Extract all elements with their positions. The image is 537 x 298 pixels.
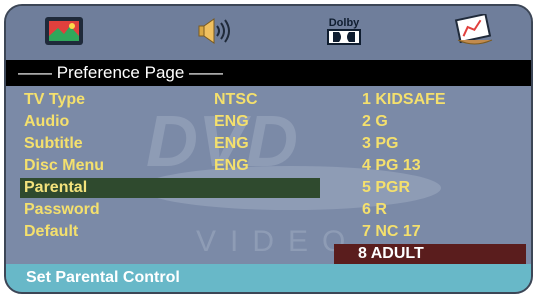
page-title: —— Preference Page ——: [6, 60, 531, 86]
preference-chart-icon[interactable]: [452, 13, 496, 49]
menu-item-tv-type[interactable]: TV Type: [24, 90, 324, 110]
menu-item-disc-menu[interactable]: Disc Menu: [24, 156, 324, 176]
option-item[interactable]: 4 PG 13: [362, 156, 421, 176]
dvd-preference-panel: Dolby —— Preference Page —— DVD VIDEO TV…: [4, 4, 533, 294]
option-item[interactable]: 7 NC 17: [362, 222, 421, 242]
dolby-label: Dolby: [328, 17, 360, 29]
menu-item-default[interactable]: Default: [24, 222, 324, 242]
option-item-selected[interactable]: 8 ADULT: [334, 244, 526, 264]
menu-area: DVD VIDEO TV Type NTSC Audio ENG Subtitl…: [6, 86, 531, 268]
status-bar: Set Parental Control: [6, 264, 531, 292]
tv-screen-icon[interactable]: [42, 13, 86, 49]
menu-value-audio: ENG: [214, 113, 249, 130]
menu-item-parental[interactable]: Parental: [20, 178, 320, 198]
menu-item-subtitle[interactable]: Subtitle: [24, 134, 324, 154]
top-icon-bar: Dolby: [6, 6, 531, 56]
option-item[interactable]: 1 KIDSAFE: [362, 90, 446, 110]
option-item[interactable]: 2 G: [362, 112, 388, 132]
option-item[interactable]: 6 R: [362, 200, 387, 220]
option-item[interactable]: 3 PG: [362, 134, 398, 154]
option-item[interactable]: 5 PGR: [362, 178, 410, 198]
dolby-audio-icon[interactable]: Dolby: [322, 13, 366, 49]
menu-value-tv-type: NTSC: [214, 91, 258, 108]
menu-value-subtitle: ENG: [214, 135, 249, 152]
speaker-sound-icon[interactable]: [192, 13, 236, 49]
menu-item-password[interactable]: Password: [24, 200, 324, 220]
menu-value-disc-menu: ENG: [214, 157, 249, 174]
menu-item-audio[interactable]: Audio: [24, 112, 324, 132]
